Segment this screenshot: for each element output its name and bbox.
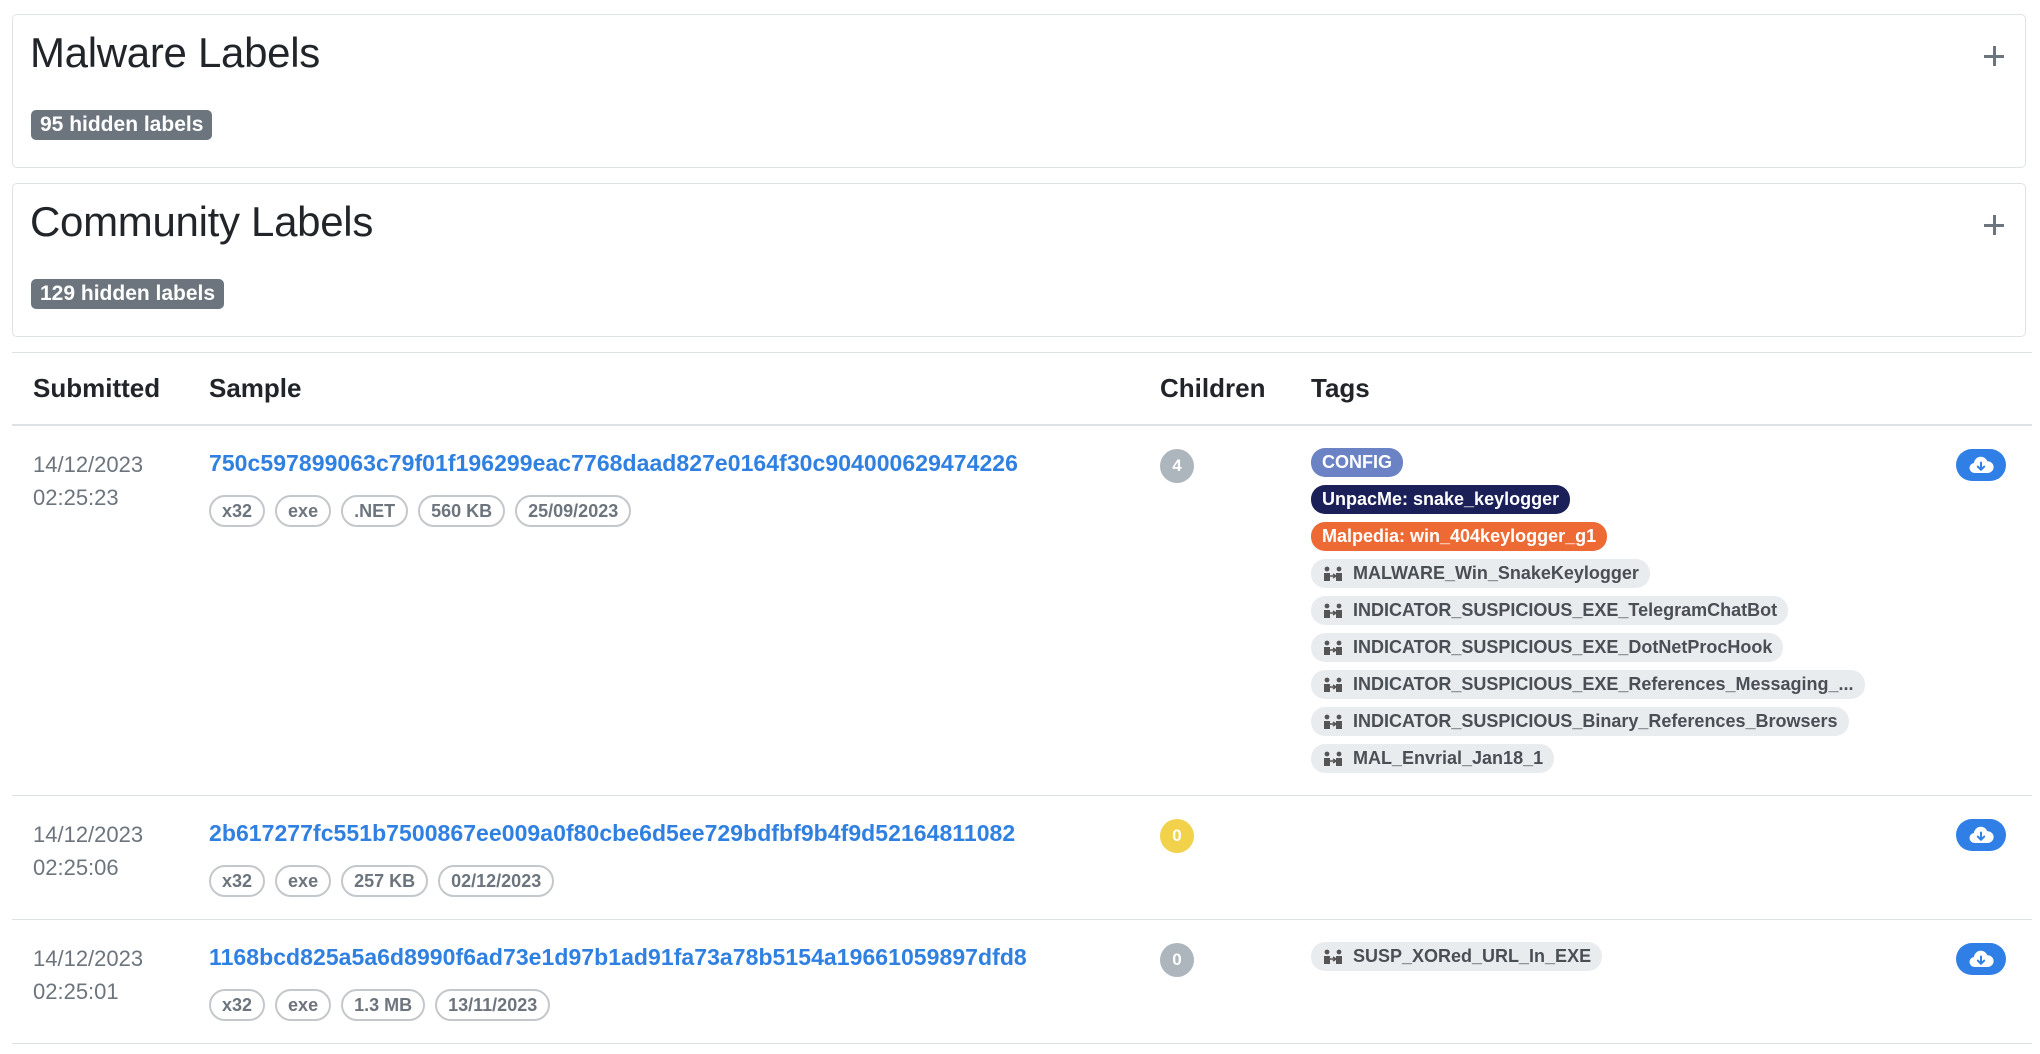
column-header-children: Children [1139,352,1290,426]
actions-cell [1935,919,2032,1044]
tags-cell: SUSP_XORed_URL_In_EXE [1290,919,1935,1044]
yara-tag-label: INDICATOR_SUSPICIOUS_EXE_References_Mess… [1353,675,1854,694]
tags-cell: CONFIG UnpacMe: snake_keylogger Malpedia… [1290,425,1935,796]
table-row: 14/12/2023 02:25:06 2b617277fc551b750086… [12,795,2032,920]
sample-cell: 2b617277fc551b7500867ee009a0f80cbe6d5ee7… [188,795,1139,920]
children-cell: 4 [1139,425,1290,796]
sample-hash-link[interactable]: 2b617277fc551b7500867ee009a0f80cbe6d5ee7… [209,820,1015,847]
samples-table: Submitted Sample Children Tags 14/12/202… [12,352,2032,1044]
malware-labels-title: Malware Labels [30,29,320,76]
children-count-badge[interactable]: 4 [1160,449,1194,483]
sample-cell: 750c597899063c79f01f196299eac7768daad827… [188,425,1139,796]
plus-icon[interactable] [1983,45,2005,67]
arch-pill: x32 [209,989,266,1021]
people-arrows-icon [1324,949,1342,964]
column-header-sample: Sample [188,352,1139,426]
community-labels-card: Community Labels 129 hidden labels [12,183,2026,337]
submitted-date: 14/12/2023 [33,822,144,847]
children-cell: 0 [1139,795,1290,920]
malware-labels-card: Malware Labels 95 hidden labels [12,14,2026,168]
yara-tag-label: INDICATOR_SUSPICIOUS_Binary_References_B… [1353,711,1838,731]
yara-tag-label: MAL_Envrial_Jan18_1 [1353,748,1544,768]
table-row: 14/12/2023 02:25:23 750c597899063c79f01f… [12,425,2032,796]
sample-attributes: x32 exe .NET 560 KB 25/09/2023 [209,495,1119,527]
children-count-badge[interactable]: 0 [1160,819,1194,853]
yara-tag[interactable]: INDICATOR_SUSPICIOUS_Binary_References_B… [1311,707,1849,736]
people-arrows-icon [1324,751,1342,766]
size-pill: 1.3 MB [341,989,426,1021]
yara-tag[interactable]: INDICATOR_SUSPICIOUS_EXE_DotNetProcHook [1311,633,1784,662]
children-count-badge[interactable]: 0 [1160,943,1194,977]
community-labels-title: Community Labels [30,198,374,245]
sample-attributes: x32 exe 1.3 MB 13/11/2023 [209,989,1119,1021]
compile-date-pill: 13/11/2023 [435,989,551,1021]
people-arrows-icon [1324,603,1342,618]
actions-cell [1935,425,2032,796]
submitted-time: 02:25:01 [33,979,119,1004]
people-arrows-icon [1324,566,1342,581]
submitted-cell: 14/12/2023 02:25:23 [12,425,188,796]
filetype-pill: exe [275,989,332,1021]
page: Malware Labels 95 hidden labels Communit… [0,0,2040,1054]
download-button[interactable] [1956,819,2006,851]
filetype-pill: exe [275,495,332,527]
people-arrows-icon [1324,677,1342,692]
submitted-date: 14/12/2023 [33,946,144,971]
download-button[interactable] [1956,449,2006,481]
community-hidden-labels-badge[interactable]: 129 hidden labels [31,279,225,309]
arch-pill: x32 [209,865,266,897]
size-pill: 257 KB [341,865,429,897]
cloud-download-icon [1969,950,1994,967]
sample-hash-link[interactable]: 750c597899063c79f01f196299eac7768daad827… [209,450,1018,477]
cloud-download-icon [1969,456,1994,473]
malware-hidden-labels-badge[interactable]: 95 hidden labels [31,110,213,140]
unpacme-tag[interactable]: UnpacMe: snake_keylogger [1311,485,1571,514]
yara-tag[interactable]: MALWARE_Win_SnakeKeylogger [1311,559,1650,588]
compile-date-pill: 25/09/2023 [515,495,632,527]
download-button[interactable] [1956,943,2006,975]
compile-date-pill: 02/12/2023 [438,865,555,897]
column-header-submitted: Submitted [12,352,188,426]
table-row: 14/12/2023 02:25:01 1168bcd825a5a6d8990f… [12,919,2032,1044]
yara-tag[interactable]: INDICATOR_SUSPICIOUS_EXE_TelegramChatBot [1311,596,1789,625]
children-cell: 0 [1139,919,1290,1044]
sample-attributes: x32 exe 257 KB 02/12/2023 [209,865,1119,897]
cloud-download-icon [1969,826,1994,843]
submitted-date: 14/12/2023 [33,452,144,477]
filetype-pill: exe [275,865,332,897]
yara-tag[interactable]: INDICATOR_SUSPICIOUS_EXE_References_Mess… [1311,670,1865,699]
yara-tag-label: INDICATOR_SUSPICIOUS_EXE_TelegramChatBot [1353,600,1778,620]
tags-cell [1290,795,1935,920]
column-header-tags: Tags [1290,352,1935,426]
plus-icon[interactable] [1983,214,2005,236]
arch-pill: x32 [209,495,266,527]
people-arrows-icon [1324,640,1342,655]
table-header-row: Submitted Sample Children Tags [12,352,2032,426]
config-tag[interactable]: CONFIG [1311,448,1403,477]
sample-cell: 1168bcd825a5a6d8990f6ad73e1d97b1ad91fa73… [188,919,1139,1044]
actions-cell [1935,795,2032,920]
submitted-cell: 14/12/2023 02:25:01 [12,919,188,1044]
submitted-time: 02:25:06 [33,855,119,880]
yara-tag-label: SUSP_XORed_URL_In_EXE [1353,946,1592,966]
sample-hash-link[interactable]: 1168bcd825a5a6d8990f6ad73e1d97b1ad91fa73… [209,944,1027,971]
submitted-cell: 14/12/2023 02:25:06 [12,795,188,920]
column-header-actions [1935,352,2032,426]
yara-tag[interactable]: MAL_Envrial_Jan18_1 [1311,744,1555,773]
yara-tag[interactable]: SUSP_XORed_URL_In_EXE [1311,942,1603,971]
submitted-time: 02:25:23 [33,485,119,510]
people-arrows-icon [1324,714,1342,729]
yara-tag-label: INDICATOR_SUSPICIOUS_EXE_DotNetProcHook [1353,637,1773,657]
yara-tag-label: MALWARE_Win_SnakeKeylogger [1353,563,1639,583]
framework-pill: .NET [341,495,409,527]
malpedia-tag[interactable]: Malpedia: win_404keylogger_g1 [1311,522,1608,551]
size-pill: 560 KB [418,495,506,527]
